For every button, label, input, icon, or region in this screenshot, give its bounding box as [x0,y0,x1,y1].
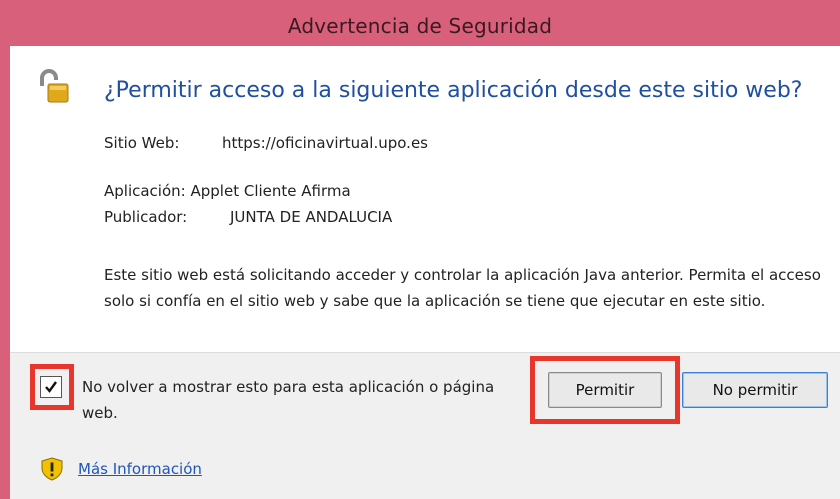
application-label: Aplicación: [104,182,186,200]
warning-text: Este sitio web está solicitando acceder … [104,266,821,310]
dialog-heading: ¿Permitir acceso a la siguiente aplicaci… [104,78,803,103]
website-label: Sitio Web: [104,134,180,152]
checkbox-label[interactable]: No volver a mostrar esto para esta aplic… [82,374,522,426]
publisher-value: JUNTA DE ANDALUCIA [230,208,393,226]
more-info-link[interactable]: Más Información [78,460,202,478]
application-value: Applet Cliente Afirma [190,182,351,200]
application-row: Aplicación: Applet Cliente Afirma [104,182,351,200]
window-title: Advertencia de Seguridad [287,14,553,38]
publisher-label: Publicador: [104,208,188,226]
title-bar: Advertencia de Seguridad [0,0,840,46]
window-frame [0,46,10,498]
publisher-row: Publicador: JUNTA DE ANDALUCIA [104,208,392,226]
deny-button[interactable]: No permitir [682,372,828,408]
checkbox-highlight-box [30,364,74,410]
website-row: Sitio Web: https://oficinavirtual.upo.es [104,134,428,152]
permit-highlight-box [530,356,680,424]
website-value: https://oficinavirtual.upo.es [222,134,428,152]
unlocked-padlock-icon [40,69,69,103]
warning-shield-icon [41,457,63,481]
